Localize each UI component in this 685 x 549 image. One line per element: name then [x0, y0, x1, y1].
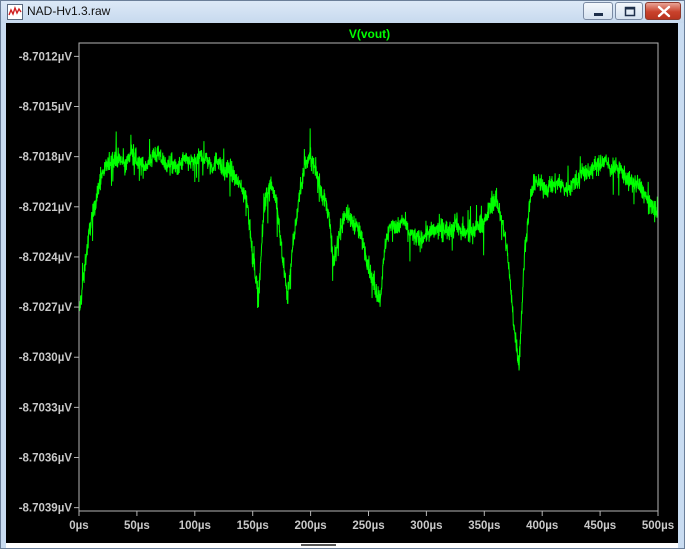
- series-vout-line: [78, 128, 659, 371]
- close-button[interactable]: [645, 2, 681, 20]
- waveform-viewer[interactable]: V(vout) -8.7012µV -8.7015µV -8.7018µV -8.70…: [6, 23, 678, 543]
- y-tick-label: -8.7015µV: [19, 102, 73, 114]
- y-axis: -8.7012µV -8.7015µV -8.7018µV -8.7021µV -8.7…: [19, 51, 79, 515]
- x-tick-label: 200µs: [294, 520, 326, 532]
- horizontal-scrollbar[interactable]: [6, 543, 678, 548]
- minimize-icon: [594, 13, 603, 16]
- x-tick-label: 400µs: [526, 520, 558, 532]
- close-icon: [657, 5, 671, 18]
- x-tick-label: 0µs: [69, 520, 88, 532]
- y-tick-label: -8.7027µV: [19, 302, 73, 314]
- x-tick-label: 500µs: [642, 520, 674, 532]
- waveform-app-icon[interactable]: [7, 4, 23, 20]
- x-tick-label: 350µs: [468, 520, 500, 532]
- y-tick-label: -8.7039µV: [19, 503, 73, 515]
- scroll-thumb[interactable]: [301, 544, 336, 546]
- x-tick-label: 150µs: [237, 520, 269, 532]
- y-tick-label: -8.7024µV: [19, 252, 73, 264]
- x-tick-label: 50µs: [124, 520, 150, 532]
- trace-layer: [78, 128, 659, 371]
- maximize-icon: [624, 6, 636, 17]
- title-bar[interactable]: NAD-Hv1.3.raw: [1, 1, 684, 23]
- y-tick-label: -8.7033µV: [19, 402, 73, 414]
- y-tick-label: -8.7021µV: [19, 202, 73, 214]
- minimize-button[interactable]: [583, 2, 613, 20]
- x-tick-label: 300µs: [410, 520, 442, 532]
- x-tick-label: 450µs: [584, 520, 616, 532]
- y-tick-label: -8.7018µV: [19, 152, 73, 164]
- waveform-plot[interactable]: V(vout) -8.7012µV-8.7015µV-8.7018µV-8.70…: [6, 23, 678, 543]
- plot-frame: [78, 42, 659, 512]
- x-axis: 0µs 50µs 100µs 150µs 200µs 250µs 300µs 350µs 400…: [69, 511, 674, 532]
- app-window: NAD-Hv1.3.raw V(vout) -8.7012µV -8.7015µV…: [0, 0, 685, 549]
- maximize-button[interactable]: [615, 2, 643, 20]
- x-tick-label: 250µs: [352, 520, 384, 532]
- y-tick-label: -8.7012µV: [19, 51, 73, 63]
- x-tick-label: 100µs: [179, 520, 211, 532]
- chart-title: V(vout): [349, 27, 390, 41]
- y-tick-label: -8.7036µV: [19, 453, 73, 465]
- y-tick-label: -8.7030µV: [19, 352, 73, 364]
- window-title: NAD-Hv1.3.raw: [27, 4, 111, 18]
